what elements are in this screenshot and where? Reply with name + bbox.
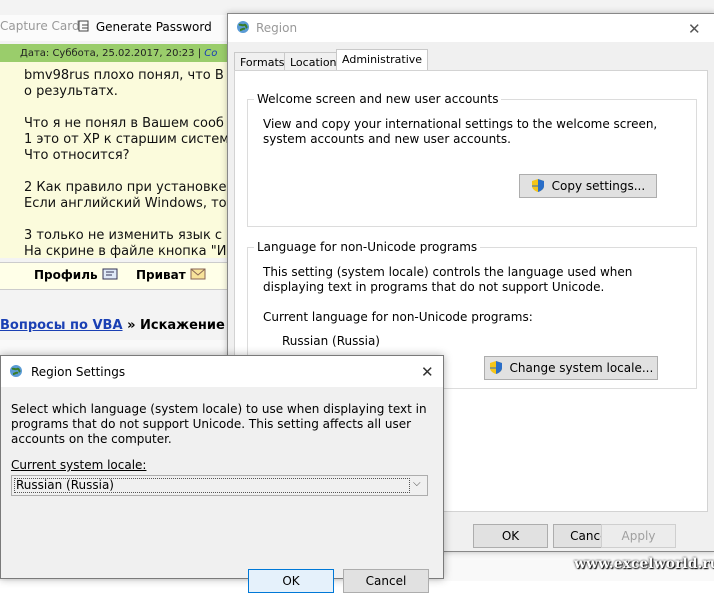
copy-settings-button[interactable]: Copy settings... (519, 174, 657, 198)
post-line: 3 только не изменить язык с (24, 228, 223, 243)
envelope-icon (190, 268, 206, 280)
region-settings-close-icon[interactable]: ✕ (421, 363, 434, 381)
post-line: На скрине в файле кнопка "И (24, 244, 227, 259)
welcome-group-text: View and copy your international setting… (263, 117, 658, 146)
region-settings-ok-button[interactable]: OK (248, 569, 334, 593)
tab-location[interactable]: Location (284, 52, 343, 70)
current-language-value: Russian (Russia) (282, 334, 380, 348)
region-ok-button[interactable]: OK (473, 524, 548, 548)
profile-card-icon (102, 268, 118, 280)
post-line: 2 Как правило при установке (24, 180, 227, 195)
post-line: о результатх. (24, 84, 118, 99)
chevron-down-icon[interactable]: ⌵ (413, 478, 421, 489)
private-message-button[interactable]: Приват (136, 268, 206, 282)
key-icon (78, 20, 89, 32)
post-line: Если английский Windows, то (24, 196, 227, 211)
post-line: Что я не понял в Вашем сооб (24, 116, 224, 131)
region-close-icon[interactable]: ✕ (688, 20, 701, 38)
post-line: Что относится? (24, 148, 130, 163)
private-label: Приват (136, 268, 186, 282)
breadcrumb: Вопросы по VBA » Искажение (0, 318, 225, 333)
change-system-locale-button[interactable]: Change system locale... (484, 356, 658, 380)
region-settings-dialog: Region Settings ✕ Select which language … (0, 355, 444, 593)
region-apply-button[interactable]: Apply (601, 524, 676, 548)
region-settings-title-bar[interactable]: Region Settings ✕ (1, 356, 443, 387)
generate-password-button[interactable]: Generate Password (78, 19, 212, 34)
capture-card-button[interactable]: Capture Card (0, 19, 80, 33)
copy-settings-label: Copy settings... (551, 179, 646, 193)
current-system-locale-label: Current system locale: (11, 458, 146, 472)
uac-shield-icon (489, 361, 502, 374)
tab-formats[interactable]: Formats (234, 52, 291, 70)
current-language-label: Current language for non-Unicode program… (263, 310, 533, 324)
welcome-group-legend: Welcome screen and new user accounts (254, 92, 502, 106)
region-settings-cancel-button[interactable]: Cancel (343, 569, 429, 593)
breadcrumb-separator: » (127, 318, 136, 333)
region-settings-description: Select which language (system locale) to… (11, 402, 427, 446)
post-date-text: Дата: Суббота, 25.02.2017, 20:23 | (20, 48, 202, 59)
system-locale-selected-value: Russian (Russia) (14, 478, 410, 493)
watermark: www.excelworld.ru (574, 556, 714, 572)
welcome-screen-group: Welcome screen and new user accounts Vie… (247, 92, 697, 227)
uac-shield-icon (531, 179, 544, 192)
region-title-bar[interactable]: Region ✕ (228, 14, 714, 42)
globe-icon (237, 21, 249, 33)
breadcrumb-current: Искажение (140, 318, 225, 333)
post-date: Дата: Суббота, 25.02.2017, 20:23 | Со (20, 48, 217, 59)
generate-password-label: Generate Password (95, 20, 212, 34)
post-date-link[interactable]: Со (204, 48, 217, 59)
region-title: Region (256, 21, 298, 35)
tab-administrative[interactable]: Administrative (336, 49, 429, 71)
system-locale-select[interactable]: Russian (Russia) ⌵ (11, 475, 428, 496)
region-settings-body: Select which language (system locale) to… (1, 387, 443, 593)
region-settings-title: Region Settings (31, 365, 126, 379)
profile-button[interactable]: Профиль (34, 268, 118, 282)
change-system-locale-label: Change system locale... (509, 361, 654, 375)
post-line: 1 это от XP к старшим систем (24, 132, 230, 147)
non-unicode-group-text: This setting (system locale) controls th… (263, 265, 633, 294)
globe-icon (10, 365, 22, 377)
profile-label: Профиль (34, 268, 98, 282)
non-unicode-group-legend: Language for non-Unicode programs (254, 240, 481, 254)
post-line: bmv98rus плохо понял, что В (24, 68, 224, 83)
locale-label-text: Current system locale: (11, 458, 147, 472)
breadcrumb-link-vba[interactable]: Вопросы по VBA (0, 318, 123, 333)
